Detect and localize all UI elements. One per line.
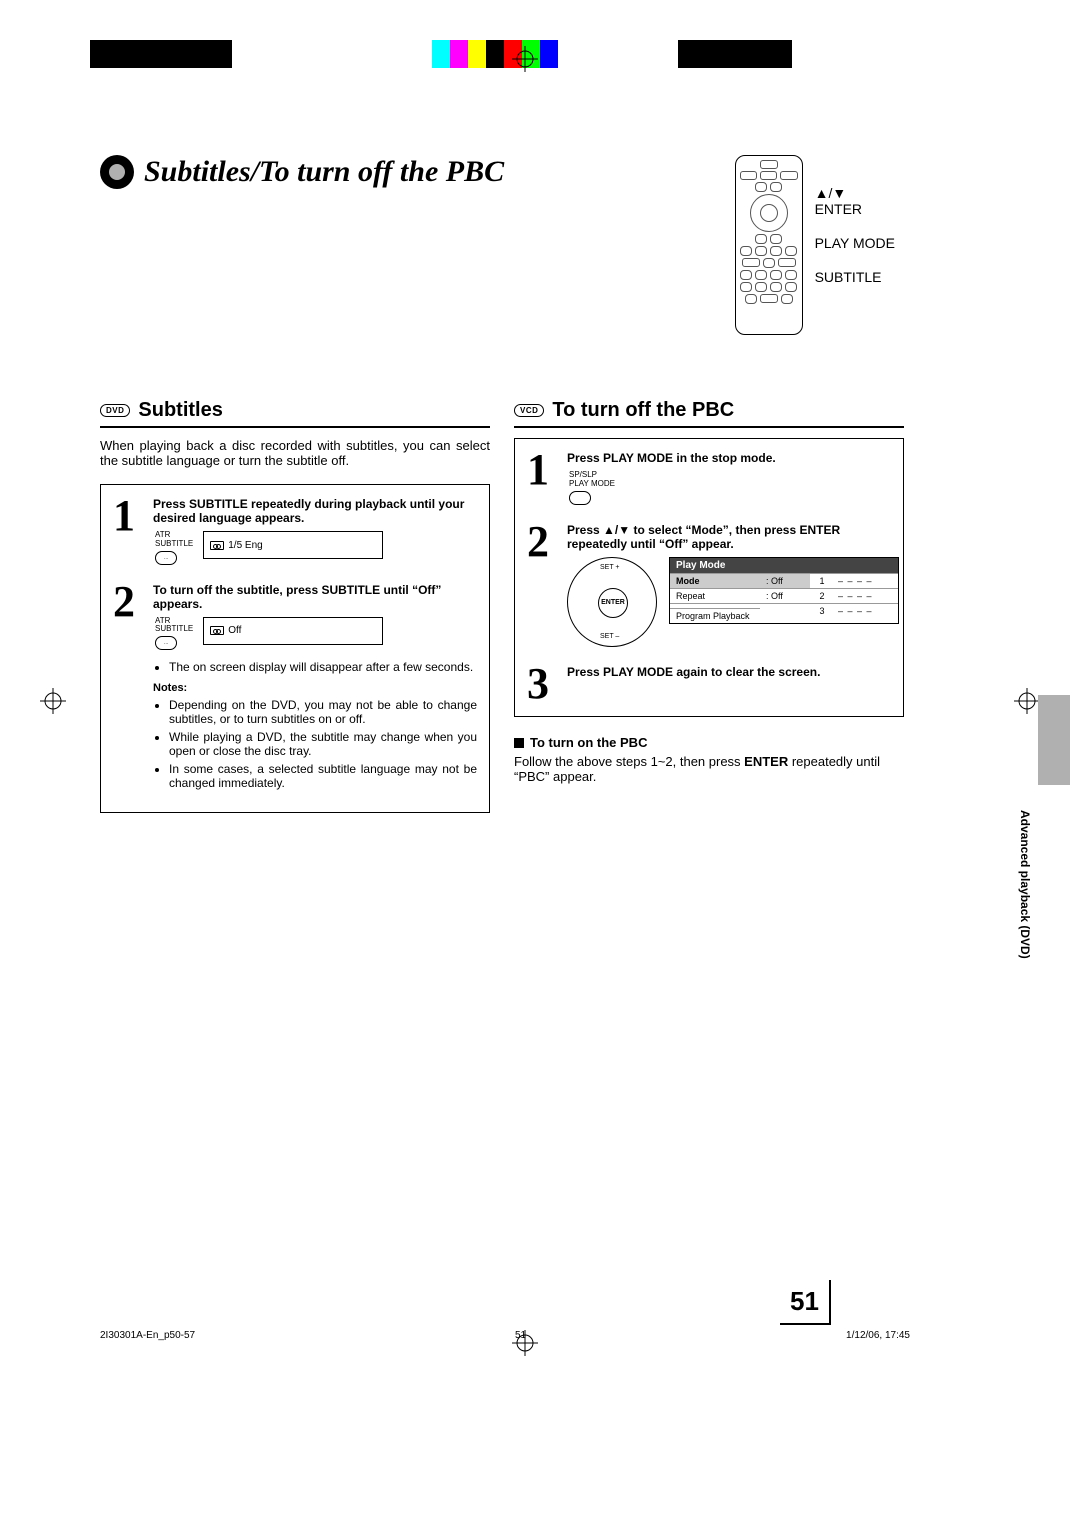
- left-column: DVD Subtitles When playing back a disc r…: [100, 399, 490, 813]
- note-item: Depending on the DVD, you may not be abl…: [169, 698, 477, 726]
- notes-label: Notes:: [153, 682, 477, 694]
- registration-swatches-top: [90, 40, 792, 68]
- right-column: VCD To turn off the PBC 1 Press PLAY MOD…: [514, 399, 904, 813]
- osd-slot: – – – –: [834, 573, 898, 588]
- badge-dvd: DVD: [100, 404, 130, 417]
- subtitle-button-icon: …: [155, 551, 177, 565]
- page-number: 51: [780, 1280, 831, 1325]
- steps-box-right: 1 Press PLAY MODE in the stop mode. SP/S…: [514, 438, 904, 717]
- footer-page: 51: [515, 1330, 526, 1341]
- cassette-icon: [210, 626, 224, 635]
- osd-value: Off: [228, 625, 241, 636]
- step-number: 1: [113, 497, 143, 565]
- button-label: SUBTITLE: [155, 625, 193, 634]
- osd-slot: – – – –: [834, 588, 898, 603]
- osd-row-val: : Off: [760, 573, 810, 588]
- reg-target-right: [1014, 688, 1040, 714]
- osd-display: Off: [203, 617, 383, 645]
- badge-vcd: VCD: [514, 404, 544, 417]
- turn-on-body: Follow the above steps 1~2, then press E…: [514, 754, 904, 784]
- r-step2-title: Press ▲/▼ to select “Mode”, then press E…: [567, 523, 899, 551]
- remote-label-enter: ▲/▼ ENTER: [815, 185, 895, 217]
- footer-file: 2I30301A-En_p50-57: [100, 1330, 195, 1341]
- subtitle-button-icon: …: [155, 636, 177, 650]
- footer-date: 1/12/06, 17:45: [846, 1330, 910, 1341]
- reg-target-top: [512, 46, 538, 72]
- section-heading-subtitles: DVD Subtitles: [100, 399, 490, 428]
- remote-label-column: ▲/▼ ENTER PLAY MODE SUBTITLE: [815, 155, 895, 335]
- section-heading-pbc: VCD To turn off the PBC: [514, 399, 904, 428]
- reg-target-left: [40, 688, 66, 714]
- osd-display: 1/5 Eng: [203, 531, 383, 559]
- square-bullet-icon: [514, 738, 524, 748]
- step2-title: To turn off the subtitle, press SUBTITLE…: [153, 583, 477, 611]
- steps-box-left: 1 Press SUBTITLE repeatedly during playb…: [100, 484, 490, 813]
- remote-label-subtitle: SUBTITLE: [815, 269, 895, 285]
- osd-slot: – – – –: [834, 603, 898, 618]
- remote-label-playmode: PLAY MODE: [815, 235, 895, 251]
- step1-title: Press SUBTITLE repeatedly during playbac…: [153, 497, 477, 525]
- r-step1-title: Press PLAY MODE in the stop mode.: [567, 451, 891, 465]
- turn-on-heading: To turn on the PBC: [514, 735, 904, 750]
- dpad-large-icon: SET + ENTER SET –: [567, 557, 657, 647]
- osd-num: 1: [810, 573, 834, 588]
- step-number: 2: [113, 583, 143, 799]
- thumb-index-tab: [1038, 695, 1070, 785]
- title-bullet-icon: [100, 155, 134, 189]
- section-tab: Advanced playback (DVD): [1018, 810, 1032, 959]
- button-label: SUBTITLE: [155, 540, 193, 549]
- cassette-icon: [210, 541, 224, 550]
- dpad-icon: [750, 194, 788, 232]
- step-number: 2: [527, 523, 557, 647]
- osd-value: 1/5 Eng: [228, 540, 262, 551]
- playmode-osd: Play Mode Mode Repeat Program Playback: [669, 557, 899, 624]
- osd-row-label: Program Playback: [670, 608, 760, 623]
- osd-title: Play Mode: [670, 558, 898, 573]
- info-bullet: The on screen display will disappear aft…: [169, 660, 477, 674]
- button-label: PLAY MODE: [569, 480, 615, 489]
- osd-num: 2: [810, 588, 834, 603]
- note-item: In some cases, a selected subtitle langu…: [169, 762, 477, 790]
- remote-diagram: ▲/▼ ENTER PLAY MODE SUBTITLE: [735, 155, 895, 335]
- osd-num: 3: [810, 603, 834, 618]
- intro-subtitles: When playing back a disc recorded with s…: [100, 438, 490, 468]
- page-title: Subtitles/To turn off the PBC: [144, 155, 504, 189]
- heading-subtitles: Subtitles: [138, 399, 222, 422]
- osd-row-val: [760, 603, 810, 608]
- enter-button-icon: ENTER: [598, 588, 628, 618]
- playmode-button-icon: [569, 491, 591, 505]
- osd-row-label: Mode: [670, 573, 760, 588]
- step-number: 3: [527, 665, 557, 702]
- print-footer: 2I30301A-En_p50-57 51 1/12/06, 17:45: [100, 1330, 910, 1341]
- heading-pbc: To turn off the PBC: [552, 399, 734, 422]
- osd-row-label: Repeat: [670, 588, 760, 603]
- note-item: While playing a DVD, the subtitle may ch…: [169, 730, 477, 758]
- remote-outline: [735, 155, 803, 335]
- osd-row-val: : Off: [760, 588, 810, 603]
- step-number: 1: [527, 451, 557, 505]
- r-step3-title: Press PLAY MODE again to clear the scree…: [567, 665, 891, 679]
